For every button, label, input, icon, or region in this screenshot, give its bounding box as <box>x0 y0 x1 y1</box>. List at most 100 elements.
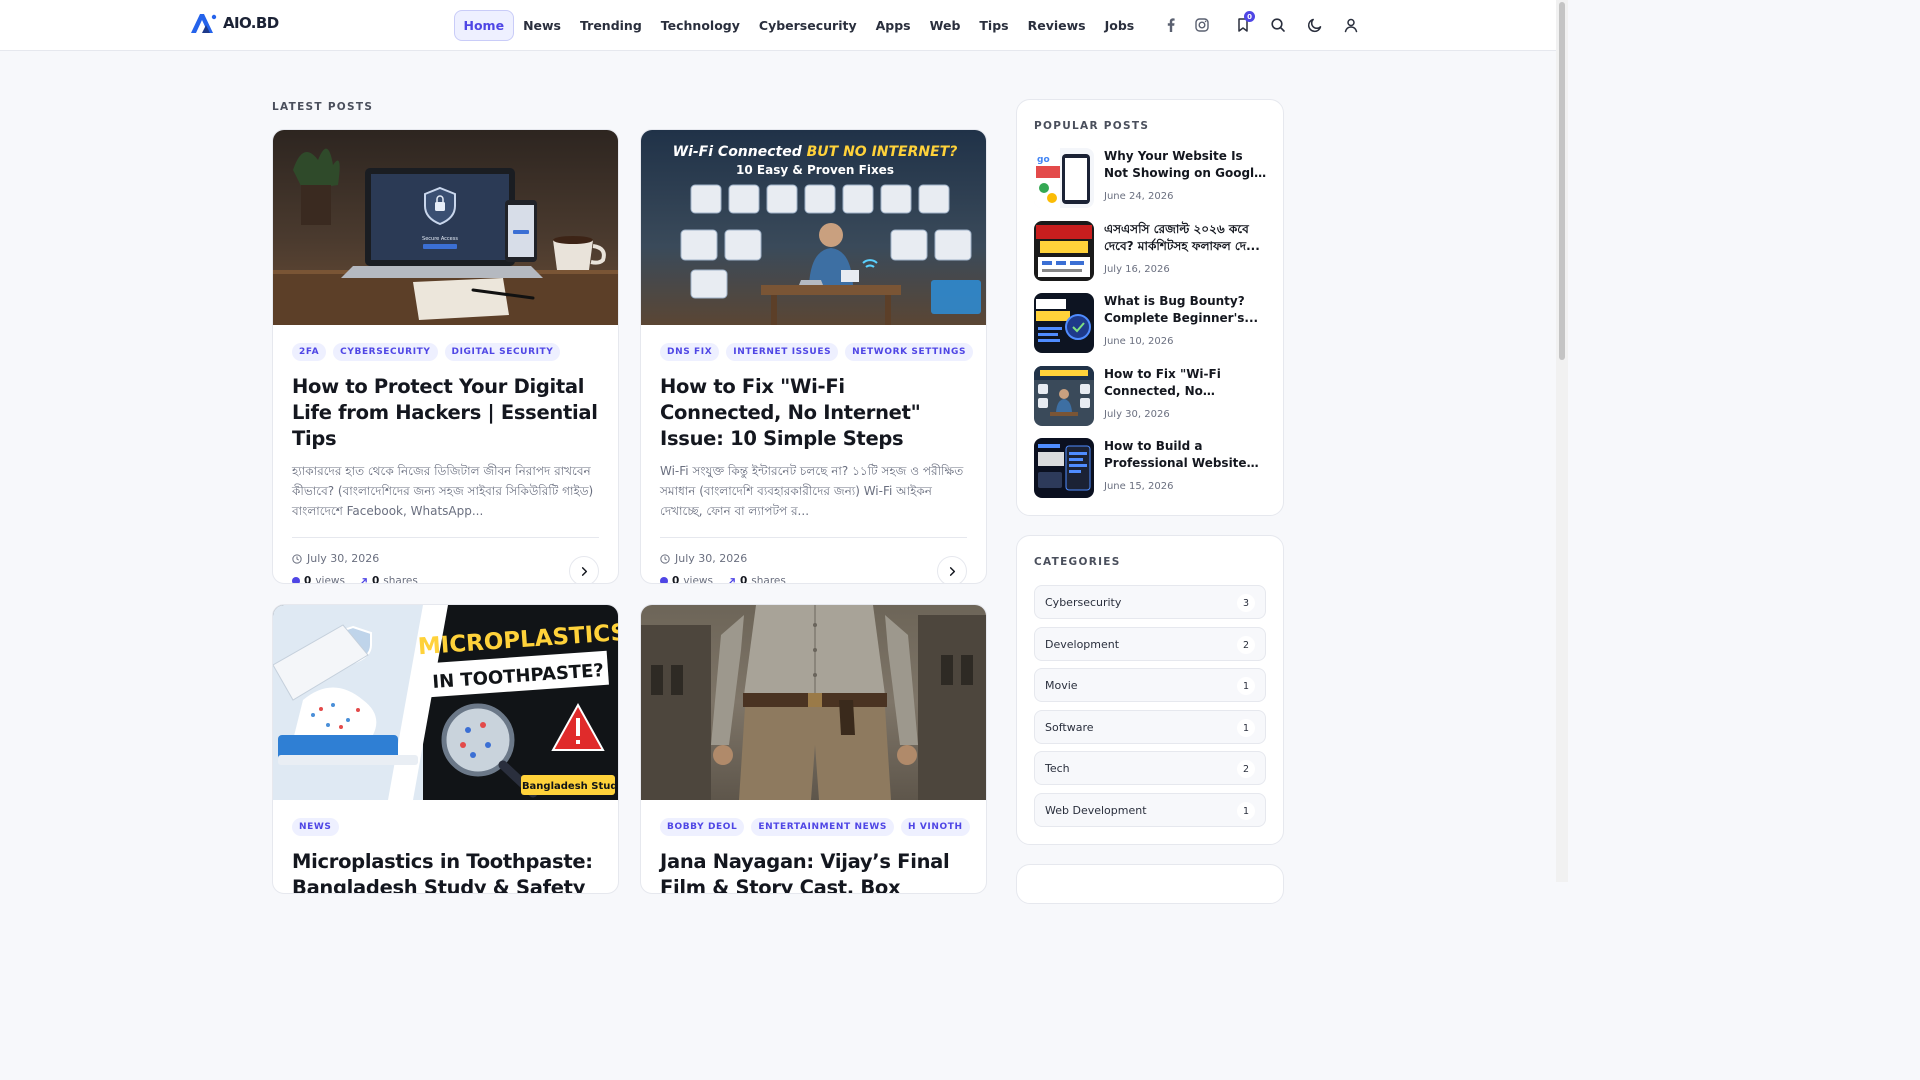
nav-cybersecurity[interactable]: Cybersecurity <box>749 10 866 41</box>
post-title[interactable]: How to Protect Your Digital Life from Ha… <box>292 374 599 452</box>
svg-text:10 Easy & Proven Fixes: 10 Easy & Proven Fixes <box>736 163 894 177</box>
post-image[interactable]: Secure Access <box>273 130 618 325</box>
moon-icon[interactable] <box>1303 13 1327 37</box>
post-tags: DNS FIX INTERNET ISSUES NETWORK SETTINGS <box>660 343 974 361</box>
popular-post-item[interactable]: go Why Your Website Is Not Showing on Go… <box>1034 148 1270 208</box>
share-arrow-icon <box>728 577 735 583</box>
site-header: AIO.BD Home News Trending Technology Cyb… <box>0 0 1556 51</box>
category-name: Movie <box>1045 679 1078 692</box>
category-item-development[interactable]: Development 2 <box>1034 627 1266 661</box>
popular-post-item[interactable]: এসএসসি রেজাল্ট ২০২৬ কবে দেবে? মার্কশিটসহ… <box>1034 221 1270 281</box>
post-tags: NEWS <box>292 818 599 836</box>
popular-post-title[interactable]: What is Bug Bounty? Complete Beginner's.… <box>1104 293 1270 326</box>
tag[interactable]: 2FA <box>292 343 327 361</box>
categories-panel: CATEGORIES Cybersecurity 3 Development 2… <box>1016 535 1284 845</box>
categories-heading: CATEGORIES <box>1034 556 1121 568</box>
scrollbar-thumb[interactable] <box>1559 2 1565 360</box>
popular-post-item[interactable]: How to Fix "Wi-Fi Connected, No Internet… <box>1034 366 1270 426</box>
nav-trending[interactable]: Trending <box>571 10 652 41</box>
post-stats: 0 views 0 shares <box>660 575 786 583</box>
popular-post-title[interactable]: এসএসসি রেজাল্ট ২০২৬ কবে দেবে? মার্কশিটসহ… <box>1104 221 1270 254</box>
chevron-right-icon <box>949 566 955 576</box>
tag[interactable]: ENTERTAINMENT NEWS <box>751 818 894 836</box>
popular-post-item[interactable]: How to Build a Professional Website for.… <box>1034 438 1270 498</box>
views-stat: 0 views <box>660 575 713 583</box>
popular-post-thumbnail[interactable] <box>1034 438 1094 498</box>
category-count: 1 <box>1237 677 1255 695</box>
shares-stat: 0 shares <box>727 575 786 583</box>
svg-text:Wi-Fi Connected BUT NO INTERNE: Wi-Fi Connected BUT NO INTERNET? <box>673 144 958 160</box>
category-item-software[interactable]: Software 1 <box>1034 710 1266 744</box>
category-item-movie[interactable]: Movie 1 <box>1034 668 1266 702</box>
read-more-button[interactable] <box>937 556 967 583</box>
post-card[interactable]: BOBBY DEOL ENTERTAINMENT NEWS H VINOTH J… <box>640 604 987 894</box>
site-logo[interactable]: AIO.BD <box>189 12 279 34</box>
post-date: July 30, 2026 <box>660 552 747 565</box>
category-name: Development <box>1045 638 1120 651</box>
tag[interactable]: H VINOTH <box>900 818 970 836</box>
category-count: 1 <box>1237 802 1255 820</box>
tag[interactable]: DIGITAL SECURITY <box>444 343 561 361</box>
bookmark-icon[interactable]: 0 <box>1231 11 1255 37</box>
category-item-cybersecurity[interactable]: Cybersecurity 3 <box>1034 585 1266 619</box>
views-icon <box>660 577 668 583</box>
main-nav: Home News Trending Technology Cybersecur… <box>454 10 1144 41</box>
post-image[interactable]: MICROPLASTICS IN TOOTHPASTE? Bangladesh … <box>273 605 618 800</box>
post-card[interactable]: Wi-Fi Connected BUT NO INTERNET? 10 Easy… <box>640 129 987 584</box>
popular-post-date: June 10, 2026 <box>1104 336 1174 347</box>
popular-post-title[interactable]: How to Build a Professional Website for.… <box>1104 438 1270 471</box>
clock-icon <box>292 553 302 564</box>
popular-posts-heading: POPULAR POSTS <box>1034 120 1150 132</box>
nav-jobs[interactable]: Jobs <box>1095 10 1144 41</box>
post-tags: BOBBY DEOL ENTERTAINMENT NEWS H VINOTH <box>660 818 970 836</box>
tag[interactable]: NETWORK SETTINGS <box>845 343 974 361</box>
category-item-tech[interactable]: Tech 2 <box>1034 751 1266 785</box>
tag[interactable]: CYBERSECURITY <box>333 343 438 361</box>
popular-post-thumbnail[interactable]: go <box>1034 148 1094 208</box>
views-stat: 0 views <box>292 575 345 583</box>
instagram-icon[interactable] <box>1190 13 1214 37</box>
popular-post-date: June 15, 2026 <box>1104 481 1174 492</box>
nav-news[interactable]: News <box>514 10 571 41</box>
post-excerpt: হ্যাকারদের হাত থেকে নিজের ডিজিটাল জীবন ন… <box>292 464 594 518</box>
user-icon[interactable] <box>1339 13 1363 37</box>
facebook-icon[interactable] <box>1159 13 1183 37</box>
tag[interactable]: INTERNET ISSUES <box>726 343 839 361</box>
popular-post-title[interactable]: How to Fix "Wi-Fi Connected, No Internet… <box>1104 366 1270 399</box>
post-excerpt: Wi-Fi সংযুক্ত কিন্তু ইন্টারনেট চলছে না? … <box>660 464 964 518</box>
popular-post-thumbnail[interactable] <box>1034 366 1094 426</box>
nav-tips[interactable]: Tips <box>970 10 1018 41</box>
popular-post-item[interactable]: What is Bug Bounty? Complete Beginner's.… <box>1034 293 1270 353</box>
category-count: 2 <box>1237 760 1255 778</box>
category-count: 2 <box>1237 636 1255 654</box>
post-title[interactable]: Jana Nayagan: Vijay’s Final Film & Story… <box>660 849 967 893</box>
nav-web[interactable]: Web <box>920 10 970 41</box>
nav-reviews[interactable]: Reviews <box>1018 10 1095 41</box>
latest-posts-heading: LATEST POSTS <box>272 101 374 113</box>
search-icon[interactable] <box>1266 13 1290 37</box>
popular-post-thumbnail[interactable] <box>1034 221 1094 281</box>
popular-post-date: July 30, 2026 <box>1104 409 1170 420</box>
popular-posts-panel: POPULAR POSTS go Why Your Website Is Not… <box>1016 99 1284 516</box>
post-card[interactable]: MICROPLASTICS IN TOOTHPASTE? Bangladesh … <box>272 604 619 894</box>
nav-apps[interactable]: Apps <box>866 10 920 41</box>
post-title[interactable]: Microplastics in Toothpaste: Bangladesh … <box>292 849 599 893</box>
tag[interactable]: DNS FIX <box>660 343 720 361</box>
tag[interactable]: NEWS <box>292 818 339 836</box>
post-image[interactable]: Wi-Fi Connected BUT NO INTERNET? 10 Easy… <box>641 130 986 325</box>
nav-technology[interactable]: Technology <box>651 10 749 41</box>
post-image[interactable] <box>641 605 986 800</box>
nav-home[interactable]: Home <box>454 10 514 41</box>
post-card[interactable]: Secure Access 2FA CYBERSECURITY DIGITAL … <box>272 129 619 584</box>
page-scrollbar[interactable] <box>1556 0 1568 882</box>
category-item-web-development[interactable]: Web Development 1 <box>1034 793 1266 827</box>
post-meta: July 30, 2026 0 views 0 shares <box>292 538 599 583</box>
popular-post-thumbnail[interactable] <box>1034 293 1094 353</box>
popular-post-title[interactable]: Why Your Website Is Not Showing on Googl… <box>1104 148 1270 181</box>
tag[interactable]: BOBBY DEOL <box>660 818 745 836</box>
logo-text: AIO.BD <box>223 14 279 32</box>
post-title[interactable]: How to Fix "Wi-Fi Connected, No Internet… <box>660 374 967 452</box>
share-arrow-icon <box>360 577 367 583</box>
category-name: Web Development <box>1045 804 1147 817</box>
read-more-button[interactable] <box>569 556 599 583</box>
